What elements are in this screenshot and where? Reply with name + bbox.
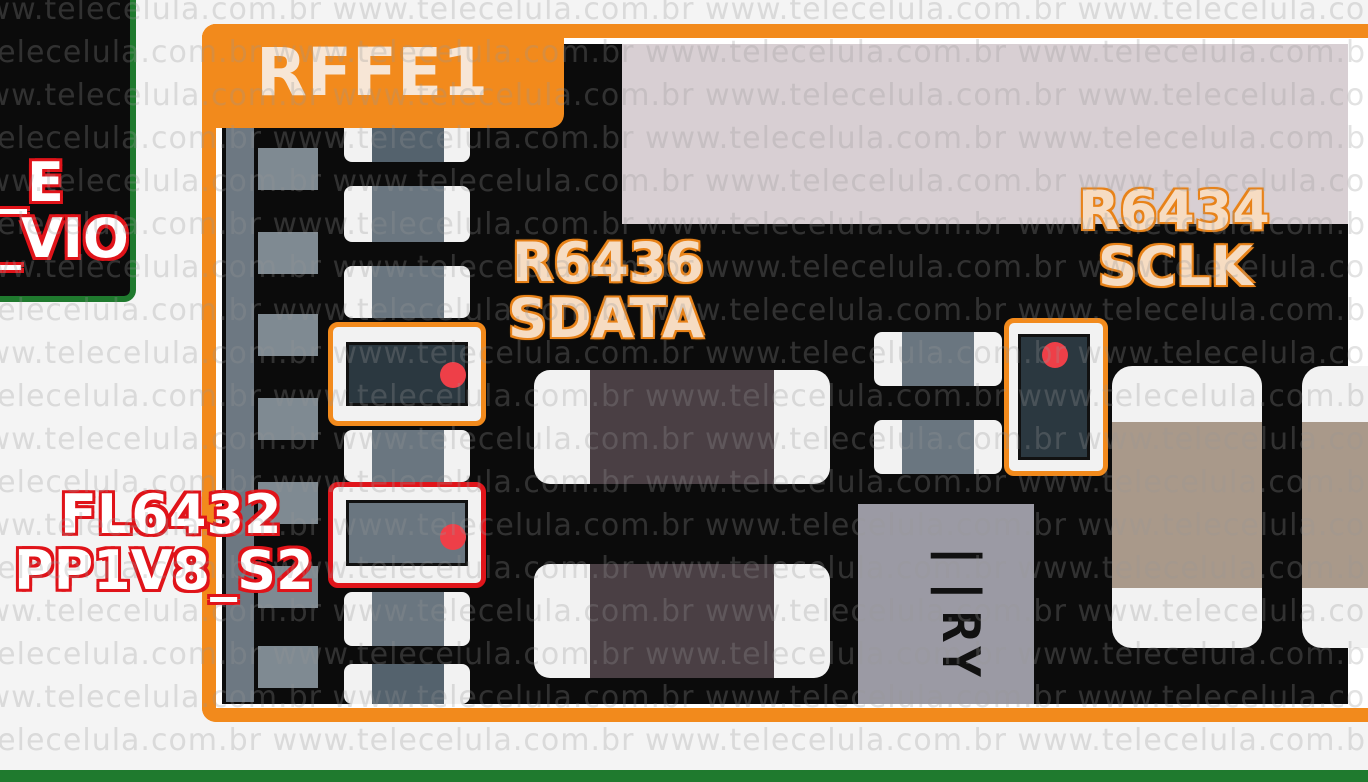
left-pad bbox=[258, 646, 318, 688]
left-rail bbox=[226, 128, 254, 702]
r6436-ref-label: R6436 bbox=[512, 231, 704, 294]
left-pad bbox=[258, 148, 318, 190]
fl6432-net-label: PP1V8_S2 bbox=[14, 539, 314, 602]
large-capacitor-body bbox=[1302, 422, 1368, 588]
watermark-text: www.telecelula.com.br www.telecelula.com… bbox=[0, 0, 1368, 27]
r6434-net-label: SCLK bbox=[1098, 235, 1253, 298]
component-body bbox=[902, 332, 974, 386]
large-component-body bbox=[590, 564, 774, 678]
bottom-frame bbox=[0, 770, 1368, 782]
fl6432-ref-label: FL6432 bbox=[60, 483, 282, 546]
component-body bbox=[372, 186, 444, 242]
r6436-net-label: SDATA bbox=[508, 287, 704, 350]
component-body bbox=[372, 592, 444, 646]
fl6432-probe-dot bbox=[440, 524, 466, 550]
left-pad bbox=[258, 314, 318, 356]
r6434-probe-dot bbox=[1042, 342, 1068, 368]
r6436-probe-dot bbox=[440, 362, 466, 388]
ic-marking: ||RY bbox=[930, 540, 990, 682]
watermark-text: www.telecelula.com.br www.telecelula.com… bbox=[0, 723, 1368, 758]
component-body bbox=[372, 430, 444, 482]
component-body bbox=[372, 664, 444, 704]
large-component-body bbox=[590, 370, 774, 484]
component-body bbox=[372, 266, 444, 318]
rffe1-title: RFFE1 bbox=[256, 34, 488, 111]
left-top-label-line1: _E bbox=[0, 151, 64, 214]
component-body bbox=[902, 420, 974, 474]
large-capacitor-body bbox=[1112, 422, 1262, 588]
left-pad bbox=[258, 232, 318, 274]
left-pad bbox=[258, 398, 318, 440]
left-top-label-line2: _VIO bbox=[0, 207, 129, 270]
r6434-ref-label: R6434 bbox=[1078, 179, 1270, 242]
